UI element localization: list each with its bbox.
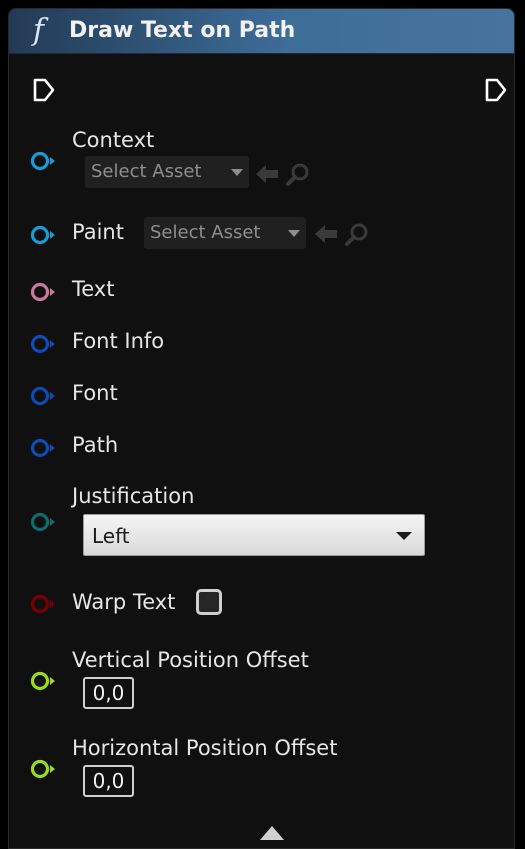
- justification-label: Justification: [72, 484, 195, 508]
- justification-pin-icon[interactable]: [30, 511, 58, 533]
- context-asset-picker[interactable]: Select Asset: [85, 156, 249, 188]
- paint-label: Paint: [72, 220, 124, 244]
- arrow-left-icon[interactable]: [254, 163, 280, 185]
- warp-text-pin-icon[interactable]: [30, 593, 58, 615]
- vertical-offset-pin-icon[interactable]: [30, 670, 58, 692]
- exec-out-pin-icon[interactable]: [484, 78, 508, 102]
- exec-in-pin-icon[interactable]: [32, 78, 56, 102]
- warp-text-checkbox[interactable]: [196, 589, 222, 615]
- chevron-down-icon: [396, 532, 412, 540]
- paint-pin-icon[interactable]: [30, 224, 58, 246]
- text-label: Text: [72, 277, 115, 301]
- text-pin-icon[interactable]: [30, 281, 58, 303]
- font-pin-icon[interactable]: [30, 385, 58, 407]
- magnifier-icon[interactable]: [285, 161, 311, 187]
- warp-text-label: Warp Text: [72, 590, 176, 614]
- context-asset-text: Select Asset: [91, 161, 202, 182]
- horizontal-offset-pin-icon[interactable]: [30, 758, 58, 780]
- font-info-pin-icon[interactable]: [30, 333, 58, 355]
- path-pin-icon[interactable]: [30, 437, 58, 459]
- function-node[interactable]: f Draw Text on Path Context Select Asset…: [8, 8, 515, 849]
- justification-value: Left: [92, 524, 130, 548]
- vertical-offset-field[interactable]: 0,0: [83, 677, 134, 709]
- magnifier-icon[interactable]: [344, 221, 370, 247]
- triangle-up-icon[interactable]: [260, 826, 284, 840]
- font-label: Font: [72, 381, 118, 405]
- justification-dropdown[interactable]: Left: [83, 514, 425, 556]
- paint-asset-text: Select Asset: [150, 222, 261, 243]
- node-header[interactable]: f Draw Text on Path: [9, 9, 514, 54]
- vertical-offset-label: Vertical Position Offset: [72, 648, 309, 672]
- chevron-down-icon: [288, 230, 300, 237]
- horizontal-offset-label: Horizontal Position Offset: [72, 736, 338, 760]
- function-icon: f: [33, 13, 45, 48]
- node-title: Draw Text on Path: [69, 18, 296, 43]
- horizontal-offset-field[interactable]: 0,0: [83, 765, 134, 797]
- arrow-left-icon[interactable]: [313, 223, 339, 245]
- context-label: Context: [72, 128, 155, 152]
- path-label: Path: [72, 433, 119, 457]
- chevron-down-icon: [231, 169, 243, 176]
- context-pin-icon[interactable]: [30, 150, 58, 172]
- paint-asset-picker[interactable]: Select Asset: [144, 217, 306, 249]
- font-info-label: Font Info: [72, 329, 165, 353]
